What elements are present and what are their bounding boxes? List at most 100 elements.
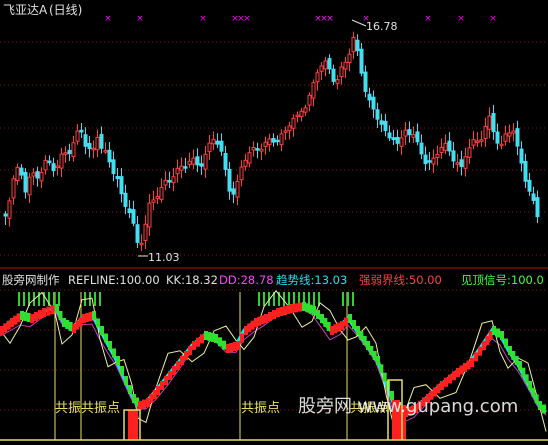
candle-body <box>47 160 52 164</box>
falling-bar <box>112 348 116 358</box>
candle-body <box>271 137 276 143</box>
candle-body <box>295 114 300 118</box>
candle-body <box>71 142 76 158</box>
candle-body <box>51 163 56 172</box>
candle-body <box>419 142 424 155</box>
candle-body <box>411 134 416 138</box>
candle-body <box>283 130 288 133</box>
falling-bar <box>124 376 128 385</box>
high-price-label: 16.78 <box>366 20 398 33</box>
candle-body <box>479 139 484 142</box>
candle-body <box>3 213 8 217</box>
candle-body <box>227 168 232 192</box>
candle-body <box>415 131 420 143</box>
falling-bar <box>312 306 316 315</box>
candle-body <box>371 96 376 110</box>
candle-body <box>43 160 48 171</box>
rising-bar <box>142 399 146 409</box>
resonance-label-2: 共振点 <box>241 401 280 416</box>
candle-body <box>507 132 512 137</box>
candle-body <box>355 39 360 52</box>
candle-body <box>7 200 12 219</box>
candle-body <box>315 72 320 83</box>
rising-bar <box>196 337 200 347</box>
indicator-pane-grid <box>0 289 548 411</box>
candle-body <box>131 209 136 224</box>
trend-value: 趋势线:13.03 <box>276 273 347 287</box>
candle-body <box>195 156 200 166</box>
falling-bar <box>316 310 320 319</box>
rising-bar <box>340 321 344 330</box>
indicator-series <box>0 289 548 441</box>
candle-body <box>443 142 448 151</box>
rising-bar <box>156 386 160 395</box>
rising-bar <box>38 310 42 319</box>
rising-bar <box>466 360 471 370</box>
rising-bar <box>180 356 184 365</box>
candle-body <box>207 142 212 153</box>
rising-bar <box>452 371 456 381</box>
candle-body <box>491 113 496 133</box>
resonance-label-1: 共振共振点 <box>55 401 120 416</box>
top-signal-bar <box>258 292 260 306</box>
signal-marker: × <box>136 14 144 24</box>
signal-marker: × <box>489 14 497 24</box>
candle-body <box>107 149 112 163</box>
candle-body <box>403 129 408 137</box>
rising-bar <box>448 374 452 384</box>
candle-body <box>291 117 296 129</box>
rising-bar <box>138 401 142 410</box>
candle-body <box>447 140 452 152</box>
candle-body <box>303 107 308 113</box>
strength-value: 强弱界线:50.00 <box>359 273 442 287</box>
rising-bar <box>34 312 38 321</box>
rising-bar <box>42 308 46 317</box>
rising-bar <box>272 310 276 319</box>
falling-bar <box>542 404 546 414</box>
falling-bar <box>496 328 500 338</box>
rising-bar <box>290 304 294 313</box>
candle-body <box>395 136 400 144</box>
dd-value: DD:28.78 <box>219 273 274 287</box>
candle-body <box>163 179 168 186</box>
candle-body <box>111 159 116 175</box>
candle-body <box>359 48 364 74</box>
candle-body <box>323 60 328 70</box>
candle-body <box>483 125 488 139</box>
falling-bar <box>382 372 387 382</box>
candle-body <box>211 138 216 145</box>
candle-body <box>127 208 132 214</box>
rising-bar <box>279 307 284 316</box>
bottom-pillar <box>128 410 138 440</box>
candle-body <box>487 115 492 130</box>
candle-body <box>343 61 348 70</box>
rising-bar <box>240 333 244 343</box>
candle-body <box>15 166 20 182</box>
candle-body <box>23 171 28 193</box>
rising-bar <box>264 314 268 323</box>
low-annotation: 11.03 <box>138 251 180 264</box>
falling-bar <box>92 311 96 320</box>
top-signal-value: 见顶信号:100.0 <box>461 273 544 287</box>
candle-body <box>319 65 324 72</box>
candle-body <box>171 176 176 184</box>
candle-body <box>99 133 104 149</box>
candle-body <box>11 178 16 199</box>
kk-value: KK:18.32 <box>166 273 218 287</box>
rising-bar <box>474 352 478 362</box>
period-label: (日线) <box>49 3 82 17</box>
candle-body <box>255 148 260 151</box>
rising-bar <box>176 361 180 370</box>
candle-body <box>439 146 444 154</box>
rising-bar <box>283 306 287 315</box>
rising-bar <box>168 371 172 380</box>
candle-body <box>219 140 224 152</box>
candle-body <box>59 153 64 169</box>
falling-bar <box>218 337 222 347</box>
top-signal-bar <box>94 292 96 306</box>
rising-bar <box>459 365 464 375</box>
rising-bar <box>184 351 188 360</box>
rising-bar <box>440 381 444 390</box>
candle-body <box>523 160 528 182</box>
falling-bar <box>348 314 352 323</box>
